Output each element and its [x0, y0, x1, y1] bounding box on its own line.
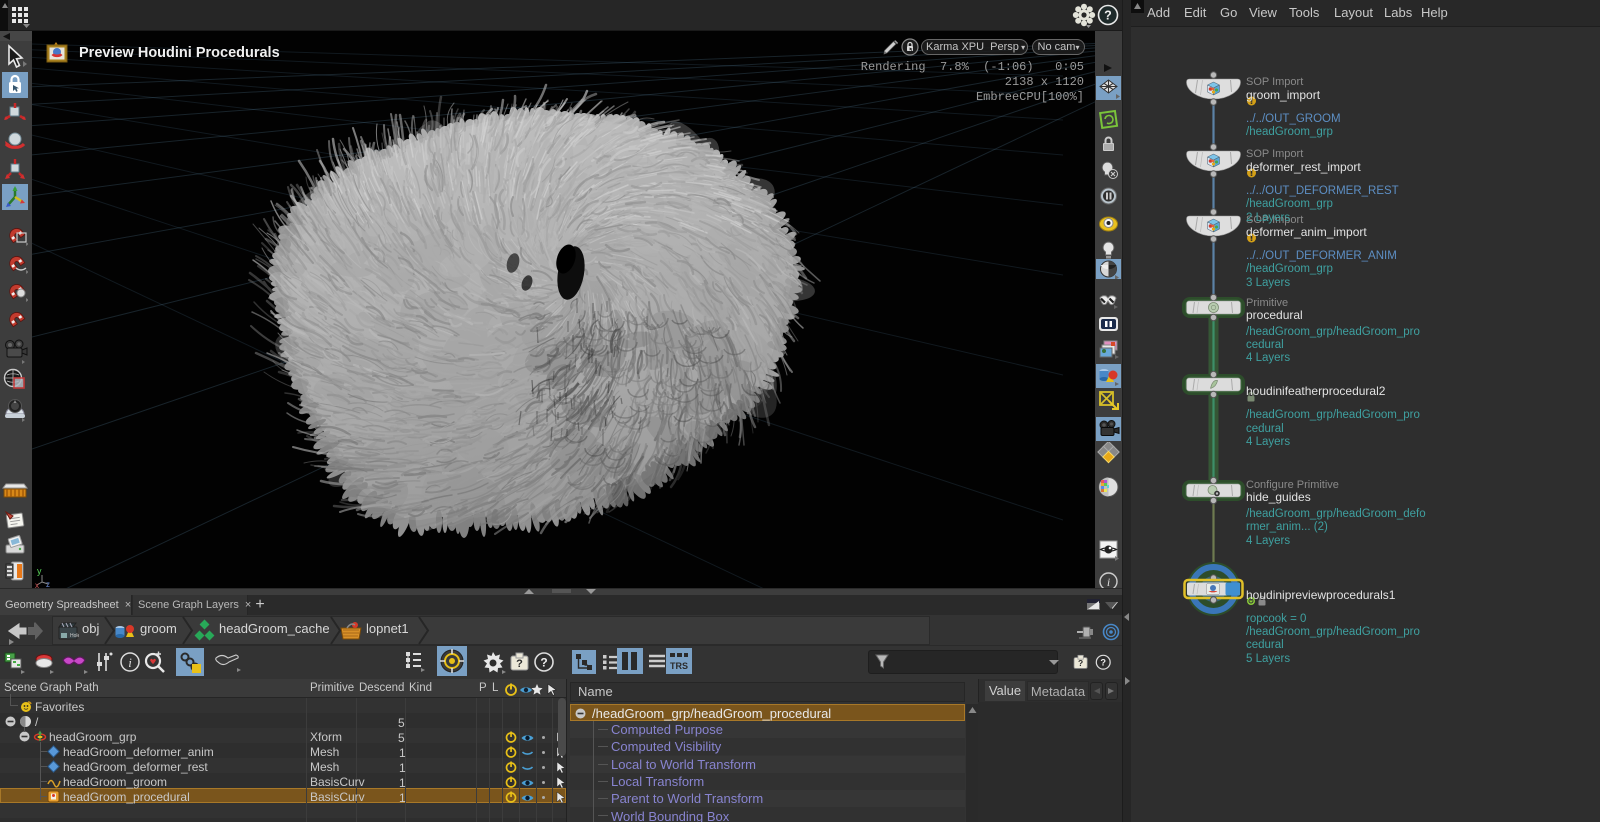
svg-text:?: ?	[1104, 9, 1112, 23]
svg-text:i: i	[128, 655, 132, 670]
svg-text:y: y	[37, 566, 42, 576]
svg-text:TRS: TRS	[670, 661, 688, 671]
svg-text:?: ?	[1078, 658, 1083, 668]
svg-text:z: z	[46, 580, 50, 588]
svg-text:x: x	[35, 581, 39, 588]
svg-text:Hole: Hole	[70, 633, 79, 639]
svg-text:i: i	[1107, 575, 1110, 589]
svg-text:?: ?	[1100, 658, 1106, 668]
svg-text:?: ?	[516, 658, 523, 670]
svg-text:?: ?	[540, 656, 547, 670]
